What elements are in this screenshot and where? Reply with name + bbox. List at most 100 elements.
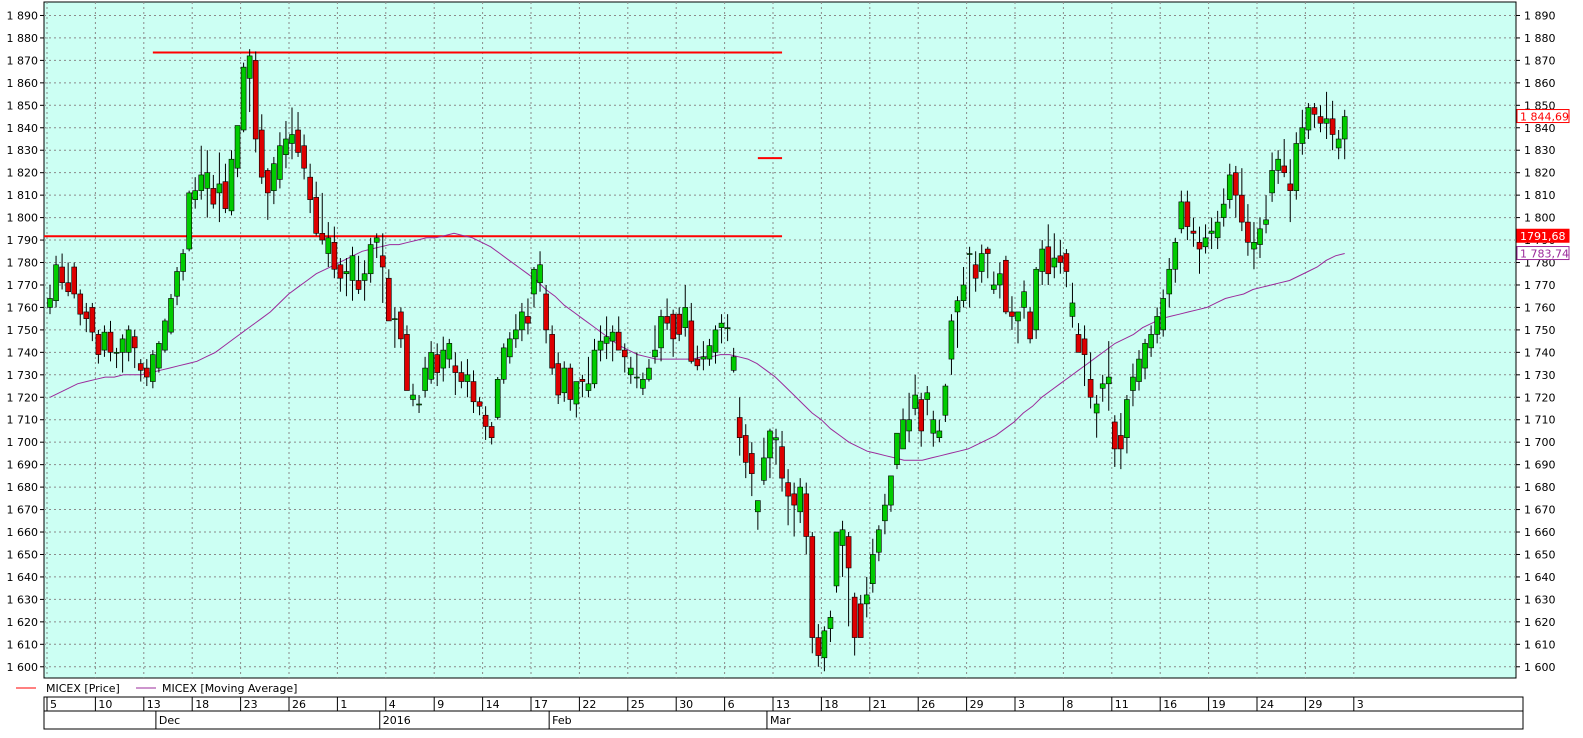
y-tick-label-right: 1 740 (1524, 346, 1556, 359)
candle-body (1172, 242, 1179, 270)
candle-body (531, 268, 537, 295)
candle-body (742, 435, 749, 463)
candle (71, 262, 77, 299)
candle-body (264, 170, 271, 194)
x-tick-label: 13 (776, 698, 790, 711)
candle-body (748, 453, 755, 474)
candle-body (767, 430, 773, 459)
x-tick-label: 29 (970, 698, 984, 711)
x-tick-label: 3 (1018, 698, 1025, 711)
candle-body (89, 307, 96, 333)
candle-body (476, 401, 483, 407)
candle-body (609, 331, 616, 342)
y-tick-label-left: 1 720 (7, 391, 39, 404)
candle-body (1220, 203, 1227, 218)
y-tick-label-right: 1 890 (1524, 9, 1556, 22)
candle-body (252, 60, 259, 140)
legend-ma-label: MICEX [Moving Average] (162, 682, 297, 695)
candle-body (410, 394, 416, 400)
candle-body (851, 596, 858, 638)
y-tick-label-left: 1 630 (7, 593, 39, 606)
candle-body (470, 381, 477, 403)
candle-body (1335, 138, 1342, 149)
x-tick-label: 9 (437, 698, 444, 711)
candle-body (150, 354, 156, 382)
candle-body (210, 188, 217, 205)
candle-body (428, 352, 434, 380)
candle-body (960, 284, 967, 301)
candle-body (1069, 302, 1076, 317)
candle-body (640, 379, 646, 389)
y-tick-label-right: 1 670 (1524, 504, 1556, 517)
candle-body (585, 383, 592, 391)
candle-body (615, 331, 622, 351)
candle-body (1208, 230, 1215, 234)
candle-body (95, 334, 102, 355)
x-tick-label: 26 (921, 698, 935, 711)
candle-body (779, 446, 785, 479)
candle (162, 318, 168, 353)
candle-body (1118, 435, 1124, 450)
candle-body (1112, 421, 1118, 450)
candle-body (1009, 311, 1015, 317)
last-price-tag-label: 1 844,69 (1520, 111, 1569, 124)
y-tick-label-right: 1 710 (1524, 414, 1556, 427)
candle-body (186, 192, 192, 250)
candle-body (434, 354, 441, 373)
candle (894, 432, 900, 470)
candle-body (555, 363, 562, 396)
candle-body (579, 379, 586, 382)
candle-body (537, 264, 543, 284)
candle-body (246, 55, 253, 79)
candle-body (978, 253, 985, 272)
candle-body (222, 181, 229, 209)
candle-body (355, 280, 362, 290)
candle (186, 190, 192, 252)
candle-body (1305, 107, 1312, 131)
y-tick-label-left: 1 650 (7, 548, 39, 561)
candle-body (1233, 172, 1239, 196)
candle-body (1154, 316, 1160, 335)
candle-body (452, 365, 459, 373)
candle-body (821, 630, 828, 659)
candle-body (1184, 201, 1191, 227)
y-tick-label-left: 1 700 (7, 436, 39, 449)
candle-body (1148, 334, 1154, 349)
candle-body (59, 266, 65, 284)
candle-body (47, 298, 53, 308)
candle-body (1323, 118, 1330, 124)
candle-body (918, 399, 925, 432)
x-tick-label: 1 (340, 698, 347, 711)
candle-body (1329, 118, 1336, 135)
candle-body (718, 322, 725, 328)
x-tick-label: 22 (582, 698, 596, 711)
candle-body (664, 316, 670, 324)
candle-body (912, 394, 918, 409)
candle-body (1075, 334, 1082, 353)
candle-body (1081, 338, 1088, 355)
candle-body (361, 273, 368, 281)
x-tick-label: 19 (1212, 698, 1226, 711)
candle-body (1099, 383, 1106, 389)
candle-body (289, 134, 295, 144)
y-tick-label-right: 1 700 (1524, 436, 1556, 449)
chart-container: 1 600 1 610 1 620 1 630 1 640 1 650 1 660 1 670… (0, 0, 1583, 733)
x-tick-label: 18 (824, 698, 838, 711)
candle-body (331, 242, 338, 270)
candle-body (839, 529, 846, 546)
candle (494, 377, 501, 420)
candle-body (549, 334, 555, 369)
candle (500, 343, 507, 384)
x-tick-label: 11 (1115, 698, 1129, 711)
level-tag-label: 1791,68 (1520, 230, 1566, 243)
candle (252, 51, 259, 153)
candle-body (573, 381, 580, 405)
y-tick-label-right: 1 810 (1524, 189, 1556, 202)
candle-body (1057, 255, 1064, 263)
candle-body (83, 311, 90, 319)
candle-body (416, 403, 422, 406)
y-tick-label-left: 1 750 (7, 324, 39, 337)
candle-body (367, 244, 374, 275)
y-tick-label-left: 1 810 (7, 189, 39, 202)
y-tick-label-right: 1 770 (1524, 279, 1556, 292)
